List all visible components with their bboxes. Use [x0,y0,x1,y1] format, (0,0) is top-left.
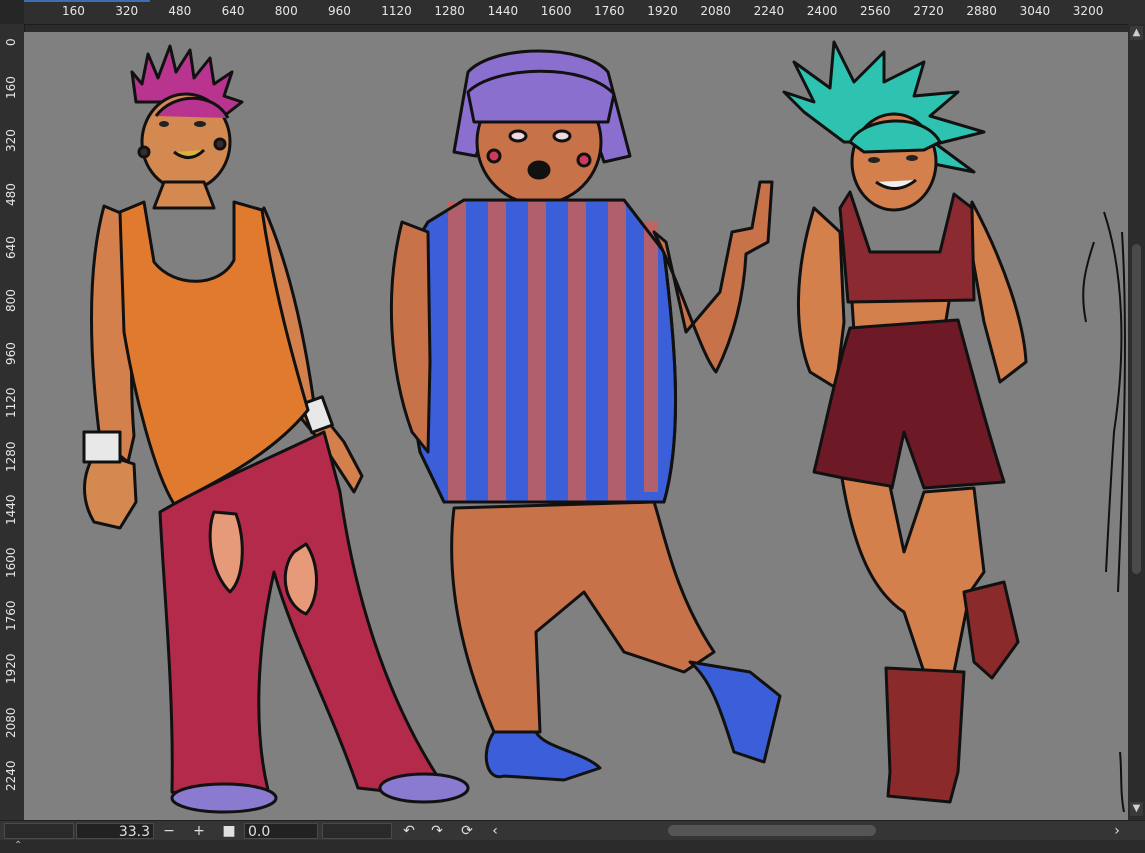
chevron-right-icon[interactable]: › [1108,822,1126,840]
square-icon[interactable]: ■ [220,822,238,840]
ruler-corner [0,0,24,24]
rotate-left-icon[interactable]: ↶ [400,822,418,840]
ruler-top-label: 160 [62,4,85,18]
ruler-left-label: 640 [4,235,18,259]
horizontal-scroll-thumb[interactable] [668,825,876,836]
ruler-top-label: 2080 [700,4,731,18]
ruler-left-label: 1440 [4,494,18,525]
ruler-left-label: 2240 [4,760,18,791]
chevron-left-icon[interactable]: ‹ [486,822,504,840]
status-empty-field [4,823,74,839]
ruler-top-label: 480 [168,4,192,18]
ruler-left-label: 1600 [4,547,18,578]
rotate-right-icon[interactable]: ↷ [428,822,446,840]
artwork [82,40,1126,814]
vertical-scrollbar[interactable]: ▲ ▼ [1128,24,1145,820]
chevron-down-icon[interactable]: ▼ [1130,802,1143,816]
ruler-top-label: 2400 [806,4,838,18]
vertical-scroll-thumb[interactable] [1132,244,1141,574]
canvas-statusbar: 33.3 − + ■ 0.0 ↶ ↷ ⟳ ‹ › [0,820,1145,841]
status-empty-field-2 [322,823,392,839]
horizontal-ruler[interactable]: 160 320 480 640 800 960 1120 1280 1440 1600 1760 19… [0,0,1145,25]
ruler-left-label: 960 [4,342,18,366]
ruler-top-label: 1120 [381,4,412,18]
ruler-left-label: 1920 [4,653,18,685]
zoom-in-button[interactable]: + [190,822,208,840]
ruler-top-label: 320 [115,4,139,18]
ruler-top-label: 800 [274,4,298,18]
ruler-top-label: 2240 [753,4,785,18]
ruler-left-label: 800 [4,289,18,312]
ruler-left-label: 320 [4,129,18,153]
ruler-top-label: 3040 [1019,4,1051,18]
ruler-top-label: 1440 [487,4,519,18]
bottom-panel-bar: ⌃ [0,840,1145,853]
ruler-top-label: 2880 [966,4,997,18]
chevron-up-icon-bottom[interactable]: ⌃ [14,840,22,852]
reset-rotation-icon[interactable]: ⟳ [458,822,476,840]
character-2 [389,49,782,782]
ruler-top-label: 1760 [594,4,625,18]
ruler-top-label: 1600 [540,4,572,18]
ruler-top-label: 2720 [913,4,944,18]
ruler-left-label: 480 [4,182,18,206]
ruler-top-label: 1920 [647,4,678,18]
rotation-input[interactable]: 0.0 [244,823,318,840]
drawing-canvas[interactable] [24,32,1128,820]
zoom-input[interactable]: 33.3 [76,823,154,840]
ruler-left-label: 1120 [4,387,18,419]
zoom-out-button[interactable]: − [160,822,178,840]
ruler-left-label: 2080 [4,707,18,738]
ruler-left-label: 160 [4,76,18,100]
ruler-top-label: 2560 [860,4,891,18]
ruler-top-label: 640 [221,4,245,18]
character-3 [782,40,1028,804]
ruler-left-label: 0 [4,38,18,46]
ruler-top-label: 3200 [1072,4,1104,18]
vertical-ruler[interactable]: 0 160 320 480 640 800 960 1120 1280 1440 1600 1760 1… [0,24,25,820]
ruler-left-label: 1760 [4,600,18,632]
chevron-up-icon[interactable]: ▲ [1130,26,1143,40]
ruler-top-label: 1280 [434,4,465,18]
ruler-left-label: 1280 [4,441,18,472]
ruler-top-label: 960 [328,4,351,18]
character-4-sketch [1082,211,1126,813]
